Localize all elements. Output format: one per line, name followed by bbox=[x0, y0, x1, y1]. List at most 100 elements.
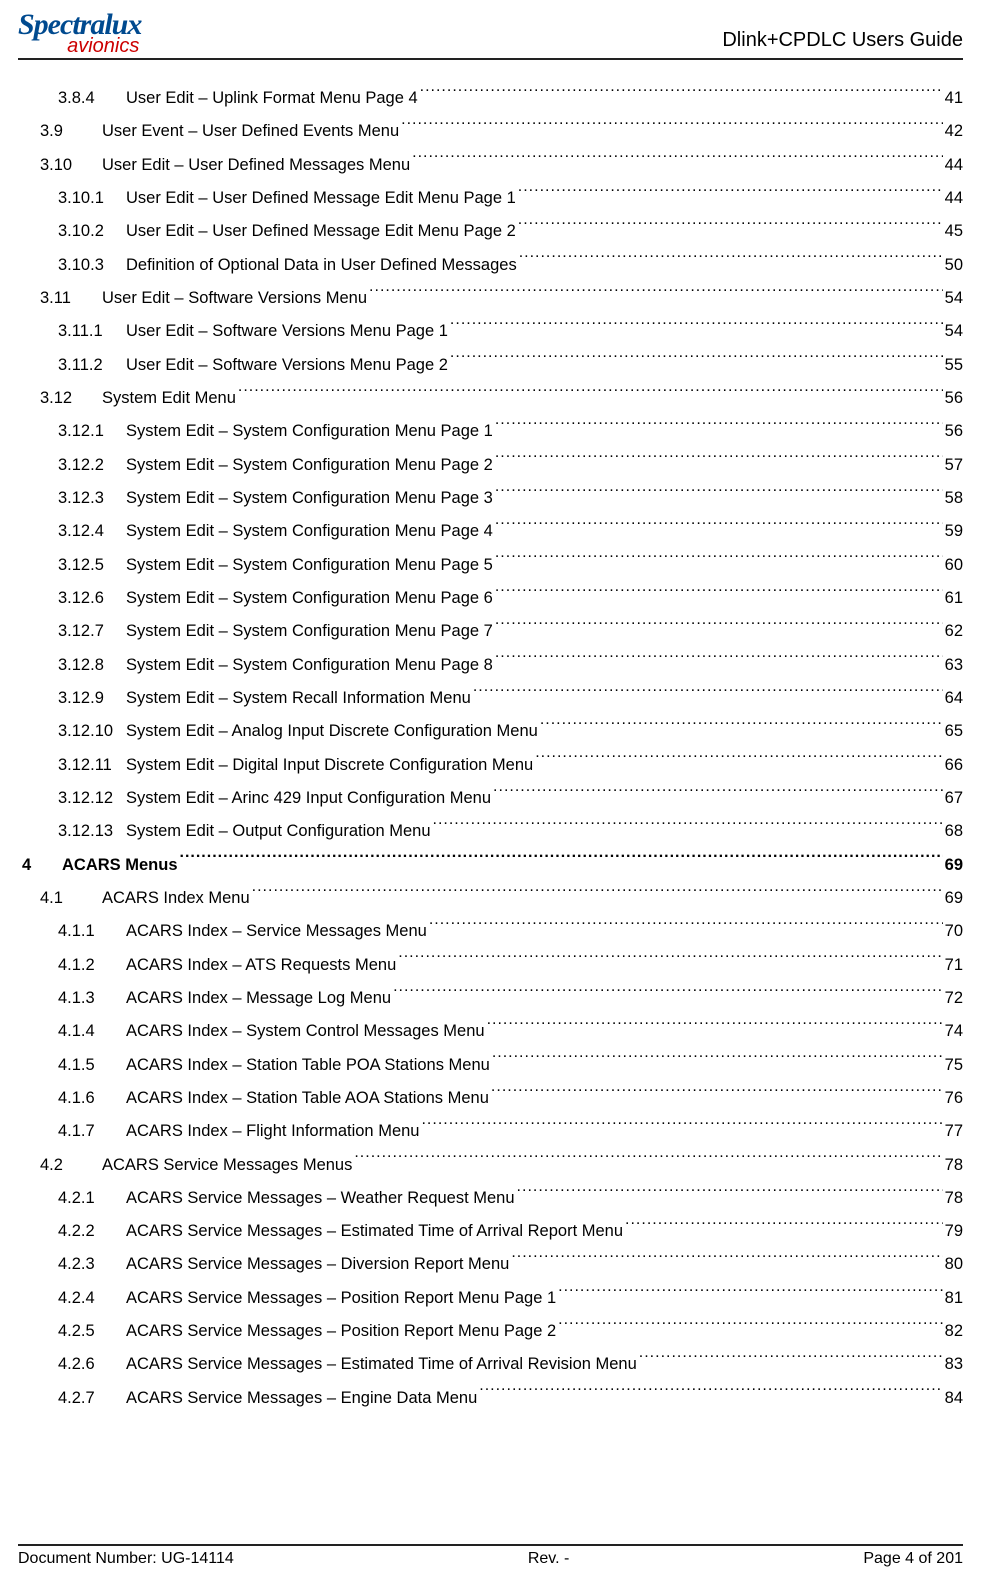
toc-leader bbox=[558, 1320, 943, 1337]
toc-page: 81 bbox=[945, 1282, 963, 1315]
toc-entry: 4.1.4ACARS Index – System Control Messag… bbox=[22, 1015, 963, 1048]
footer-doc-number: Document Number: UG-14114 bbox=[18, 1550, 234, 1568]
toc-leader bbox=[420, 87, 943, 104]
toc-number: 3.12.9 bbox=[58, 682, 126, 715]
toc-number: 3.12.1 bbox=[58, 415, 126, 448]
toc-number: 3.12.4 bbox=[58, 515, 126, 548]
toc-number: 3.12.10 bbox=[58, 715, 126, 748]
toc-number: 4.1.5 bbox=[58, 1049, 126, 1082]
toc-number: 4.2.4 bbox=[58, 1282, 126, 1315]
toc-number: 3.12.5 bbox=[58, 549, 126, 582]
toc-number: 3.12.2 bbox=[58, 449, 126, 482]
toc-page: 67 bbox=[945, 782, 963, 815]
toc-page: 83 bbox=[945, 1348, 963, 1381]
toc-number: 4.1.1 bbox=[58, 915, 126, 948]
toc-entry: 4.2.2ACARS Service Messages – Estimated … bbox=[22, 1215, 963, 1248]
toc-page: 71 bbox=[945, 949, 963, 982]
toc-entry: 4.2.1ACARS Service Messages – Weather Re… bbox=[22, 1182, 963, 1215]
toc-page: 50 bbox=[945, 249, 963, 282]
toc-page: 72 bbox=[945, 982, 963, 1015]
toc-title: System Edit – System Configuration Menu … bbox=[126, 582, 493, 615]
toc-entry: 3.11.1User Edit – Software Versions Menu… bbox=[22, 315, 963, 348]
toc-title: System Edit – System Configuration Menu … bbox=[126, 449, 493, 482]
toc-title: System Edit – Analog Input Discrete Conf… bbox=[126, 715, 538, 748]
page-header: Spectralux avionics Dlink+CPDLC Users Gu… bbox=[18, 10, 963, 60]
toc-leader bbox=[495, 653, 943, 670]
toc-entry: 4.1.1ACARS Index – Service Messages Menu… bbox=[22, 915, 963, 948]
toc-title: User Edit – User Defined Messages Menu bbox=[102, 149, 410, 182]
toc-title: System Edit – Output Configuration Menu bbox=[126, 815, 431, 848]
toc-title: System Edit – Arinc 429 Input Configurat… bbox=[126, 782, 491, 815]
toc-title: System Edit – System Configuration Menu … bbox=[126, 649, 493, 682]
toc-title: ACARS Menus bbox=[62, 849, 178, 882]
toc-entry: 4ACARS Menus69 bbox=[22, 849, 963, 882]
toc-title: User Edit – Software Versions Menu Page … bbox=[126, 315, 448, 348]
toc-number: 4.1 bbox=[40, 882, 102, 915]
toc-entry: 3.11.2User Edit – Software Versions Menu… bbox=[22, 349, 963, 382]
toc-number: 4.2.5 bbox=[58, 1315, 126, 1348]
toc-number: 4.2.2 bbox=[58, 1215, 126, 1248]
toc-title: ACARS Service Messages – Engine Data Men… bbox=[126, 1382, 477, 1415]
toc-number: 3.12.3 bbox=[58, 482, 126, 515]
toc-entry: 3.12.6System Edit – System Configuration… bbox=[22, 582, 963, 615]
toc-page: 75 bbox=[945, 1049, 963, 1082]
toc-title: ACARS Index – Station Table POA Stations… bbox=[126, 1049, 490, 1082]
toc-title: Definition of Optional Data in User Defi… bbox=[126, 249, 517, 282]
toc-title: System Edit – Digital Input Discrete Con… bbox=[126, 749, 533, 782]
toc-leader bbox=[535, 753, 942, 770]
toc-number: 3.12.12 bbox=[58, 782, 126, 815]
toc-title: System Edit – System Configuration Menu … bbox=[126, 549, 493, 582]
toc-title: User Edit – User Defined Message Edit Me… bbox=[126, 215, 516, 248]
footer-page: Page 4 of 201 bbox=[863, 1550, 963, 1568]
toc-page: 76 bbox=[945, 1082, 963, 1115]
toc-leader bbox=[450, 353, 943, 370]
toc-leader bbox=[495, 553, 943, 570]
toc-number: 3.10.1 bbox=[58, 182, 126, 215]
toc-number: 3.8.4 bbox=[58, 82, 126, 115]
toc-number: 3.12 bbox=[40, 382, 102, 415]
toc-entry: 4.1.7ACARS Index – Flight Information Me… bbox=[22, 1115, 963, 1148]
toc-page: 58 bbox=[945, 482, 963, 515]
toc-leader bbox=[492, 1053, 943, 1070]
toc-number: 4.2.6 bbox=[58, 1348, 126, 1381]
toc-title: ACARS Service Messages – Estimated Time … bbox=[126, 1215, 623, 1248]
toc-title: ACARS Index – Station Table AOA Stations… bbox=[126, 1082, 489, 1115]
toc-entry: 3.10User Edit – User Defined Messages Me… bbox=[22, 149, 963, 182]
toc-number: 3.9 bbox=[40, 115, 102, 148]
toc-entry: 3.12.1System Edit – System Configuration… bbox=[22, 415, 963, 448]
toc-leader bbox=[433, 820, 943, 837]
toc-page: 62 bbox=[945, 615, 963, 648]
toc-number: 3.10 bbox=[40, 149, 102, 182]
footer-revision: Rev. - bbox=[528, 1550, 569, 1568]
toc-number: 4.1.7 bbox=[58, 1115, 126, 1148]
logo-brand-bottom: avionics bbox=[18, 36, 141, 56]
toc-leader bbox=[495, 620, 943, 637]
toc-page: 69 bbox=[945, 849, 963, 882]
toc-leader bbox=[398, 953, 942, 970]
toc-leader bbox=[493, 786, 943, 803]
toc-page: 74 bbox=[945, 1015, 963, 1048]
toc-title: ACARS Index – Message Log Menu bbox=[126, 982, 391, 1015]
toc-entry: 3.12.13System Edit – Output Configuratio… bbox=[22, 815, 963, 848]
toc-title: System Edit – System Recall Information … bbox=[126, 682, 471, 715]
toc-entry: 3.12.9System Edit – System Recall Inform… bbox=[22, 682, 963, 715]
toc-leader bbox=[450, 320, 943, 337]
toc-entry: 3.12.12System Edit – Arinc 429 Input Con… bbox=[22, 782, 963, 815]
toc-page: 70 bbox=[945, 915, 963, 948]
toc-page: 45 bbox=[945, 215, 963, 248]
toc-entry: 4.2.4ACARS Service Messages – Position R… bbox=[22, 1282, 963, 1315]
toc-leader bbox=[473, 686, 943, 703]
toc-page: 63 bbox=[945, 649, 963, 682]
toc-page: 61 bbox=[945, 582, 963, 615]
toc-entry: 3.10.1User Edit – User Defined Message E… bbox=[22, 182, 963, 215]
toc-leader bbox=[558, 1286, 943, 1303]
toc-title: User Edit – Uplink Format Menu Page 4 bbox=[126, 82, 418, 115]
toc-leader bbox=[625, 1220, 943, 1237]
toc-number: 3.11.2 bbox=[58, 349, 126, 382]
toc-entry: 3.12.4System Edit – System Configuration… bbox=[22, 515, 963, 548]
toc-page: 80 bbox=[945, 1248, 963, 1281]
toc-entry: 3.12.7System Edit – System Configuration… bbox=[22, 615, 963, 648]
toc-entry: 4.2.6ACARS Service Messages – Estimated … bbox=[22, 1348, 963, 1381]
toc-page: 41 bbox=[945, 82, 963, 115]
toc-page: 54 bbox=[945, 315, 963, 348]
